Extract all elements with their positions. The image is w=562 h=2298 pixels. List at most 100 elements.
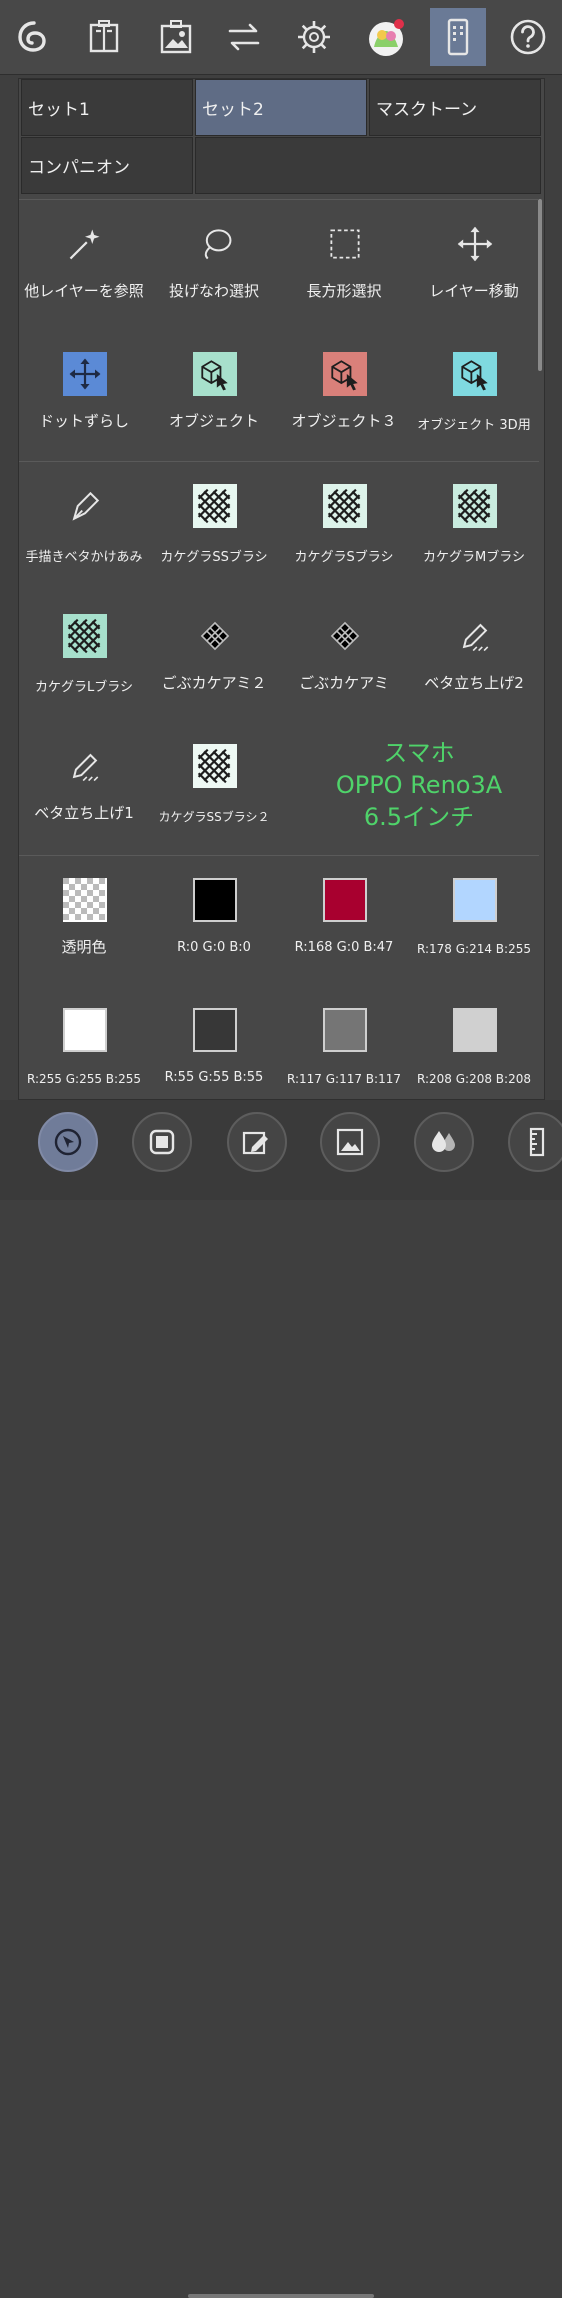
avatar[interactable] [358,8,414,66]
crosshatch-icon [63,614,107,658]
tool-label: オブジェクト 3D用 [417,418,531,433]
color-swatch-darkgray[interactable]: R:55 G:55 B:55 [149,986,279,1114]
note-line: 6.5インチ [363,803,475,831]
home-indicator[interactable] [188,2294,374,2298]
color-label: R:55 G:55 B:55 [164,1070,264,1085]
tool-label: ベタ立ち上げ2 [424,674,524,692]
color-label: R:178 G:214 B:255 [417,942,531,956]
brush-gobu-kakeami2[interactable]: ごぶカケアミ２ [149,592,279,720]
tool-label: ごぶカケアミ [299,674,389,692]
brush-kakegura-s[interactable]: カケグラSブラシ [279,462,409,590]
color-label: R:117 G:117 B:117 [287,1072,401,1086]
color-swatch-red[interactable]: R:168 G:0 B:47 [279,856,409,984]
color-swatch-black[interactable]: R:0 G:0 B:0 [149,856,279,984]
set-tabs: セット1 セット2 マスクトーン コンパニオン [19,79,544,197]
swap-arrows-icon[interactable] [216,8,272,66]
fill-square-icon[interactable] [132,1112,192,1172]
select-tool-icon[interactable] [38,1112,98,1172]
color-label: 透明色 [61,938,107,956]
brush-beta-tachiage2[interactable]: ベタ立ち上げ2 [409,592,539,720]
tool-object3[interactable]: オブジェクト３ [279,330,409,458]
color-swatch-gray[interactable]: R:117 G:117 B:117 [279,986,409,1114]
move-arrows-icon [453,222,497,266]
brush-beta-tachiage1[interactable]: ベタ立ち上げ1 [19,722,149,850]
clip-logo-icon[interactable] [6,8,62,66]
brush-kakegura-ss[interactable]: カケグラSSブラシ [149,462,279,590]
color-label: R:168 G:0 B:47 [294,940,394,955]
tab-set2[interactable]: セット2 [195,79,367,136]
crosshatch-icon [193,614,237,658]
help-icon[interactable] [500,8,556,66]
phone-layout-icon[interactable] [430,8,486,66]
settings-gear-icon[interactable] [286,8,342,66]
tool-object[interactable]: オブジェクト [149,330,279,458]
brush-kakegura-ss2[interactable]: カケグラSSブラシ２ [149,722,279,850]
color-swatch-lightgray[interactable]: R:208 G:208 B:208 [409,986,539,1114]
tool-label: カケグラSSブラシ２ [158,810,270,824]
material-book-icon[interactable] [76,8,132,66]
brush-hand-beta[interactable]: 手描きベタかけあみ [19,462,149,590]
tab-companion[interactable]: コンパニオン [21,137,193,194]
image-material-icon[interactable] [148,8,204,66]
tool-label: カケグラSSブラシ [160,550,268,565]
dot-move-icon [63,352,107,396]
tool-label: カケグラMブラシ [423,550,525,565]
color-label: R:0 G:0 B:0 [177,940,251,955]
dashed-rect-icon [323,222,367,266]
tool-object-3d[interactable]: オブジェクト 3D用 [409,330,539,458]
object-cursor-icon [453,352,497,396]
tool-label: 長方形選択 [306,282,382,300]
image-frame-icon[interactable] [320,1112,380,1172]
object-cursor-icon [323,352,367,396]
brush-kakegura-l[interactable]: カケグラLブラシ [19,592,149,720]
ruler-icon[interactable] [508,1112,562,1172]
magic-wand-icon [63,222,107,266]
pen-hatch-icon [453,614,497,658]
tab-masktone[interactable]: マスクトーン [369,79,541,136]
colors-section: 透明色 R:0 G:0 B:0 R:168 G:0 B:47 R:178 G:2… [19,855,539,1100]
tool-label: ごぶカケアミ２ [161,674,267,692]
tool-label: オブジェクト３ [291,412,397,430]
tool-lasso-select[interactable]: 投げなわ選択 [149,200,279,328]
crosshatch-icon [193,744,237,788]
tool-label: 投げなわ選択 [168,282,259,300]
tool-label: 他レイヤーを参照 [24,282,144,300]
color-swatch-white[interactable]: R:255 G:255 B:255 [19,986,149,1114]
note-line: スマホ [383,739,455,767]
brush-kakegura-m[interactable]: カケグラMブラシ [409,462,539,590]
device-note: スマホ OPPO Reno3A 6.5インチ [299,737,539,833]
top-toolbar [0,0,562,75]
lasso-icon [193,222,237,266]
crosshatch-icon [323,484,367,528]
tool-label: オブジェクト [168,412,259,430]
tool-dot-shift[interactable]: ドットずらし [19,330,149,458]
color-label: R:208 G:208 B:208 [417,1072,531,1086]
swatch [193,878,237,922]
sub-tool-panel: セット1 セット2 マスクトーン コンパニオン 他レイヤーを参照 投げなわ選択 … [18,78,545,1100]
blend-drops-icon[interactable] [414,1112,474,1172]
tool-rect-select[interactable]: 長方形選択 [279,200,409,328]
swatch [323,1008,367,1052]
tab-empty [195,137,541,194]
pen-nib-icon [63,484,107,528]
crosshatch-icon [453,484,497,528]
bottom-toolbar [0,1100,562,2298]
color-swatch-lightblue[interactable]: R:178 G:214 B:255 [409,856,539,984]
object-cursor-icon [193,352,237,396]
tool-refer-layer[interactable]: 他レイヤーを参照 [19,200,149,328]
brush-gobu-kakeami[interactable]: ごぶカケアミ [279,592,409,720]
crosshatch-icon [323,614,367,658]
tool-label: 手描きベタかけあみ [25,550,143,565]
tool-label: カケグラLブラシ [35,680,133,695]
tool-layer-move[interactable]: レイヤー移動 [409,200,539,328]
tools-section: 他レイヤーを参照 投げなわ選択 長方形選択 レイヤー移動 ドットずらし オブジェ… [19,199,539,460]
tab-set1[interactable]: セット1 [21,79,193,136]
pen-hatch-icon [63,744,107,788]
swatch [63,1008,107,1052]
crosshatch-icon [193,484,237,528]
checker-icon [63,878,107,922]
color-label: R:255 G:255 B:255 [27,1072,141,1086]
color-transparent[interactable]: 透明色 [19,856,149,984]
swatch [193,1008,237,1052]
pen-edit-icon[interactable] [227,1112,287,1172]
